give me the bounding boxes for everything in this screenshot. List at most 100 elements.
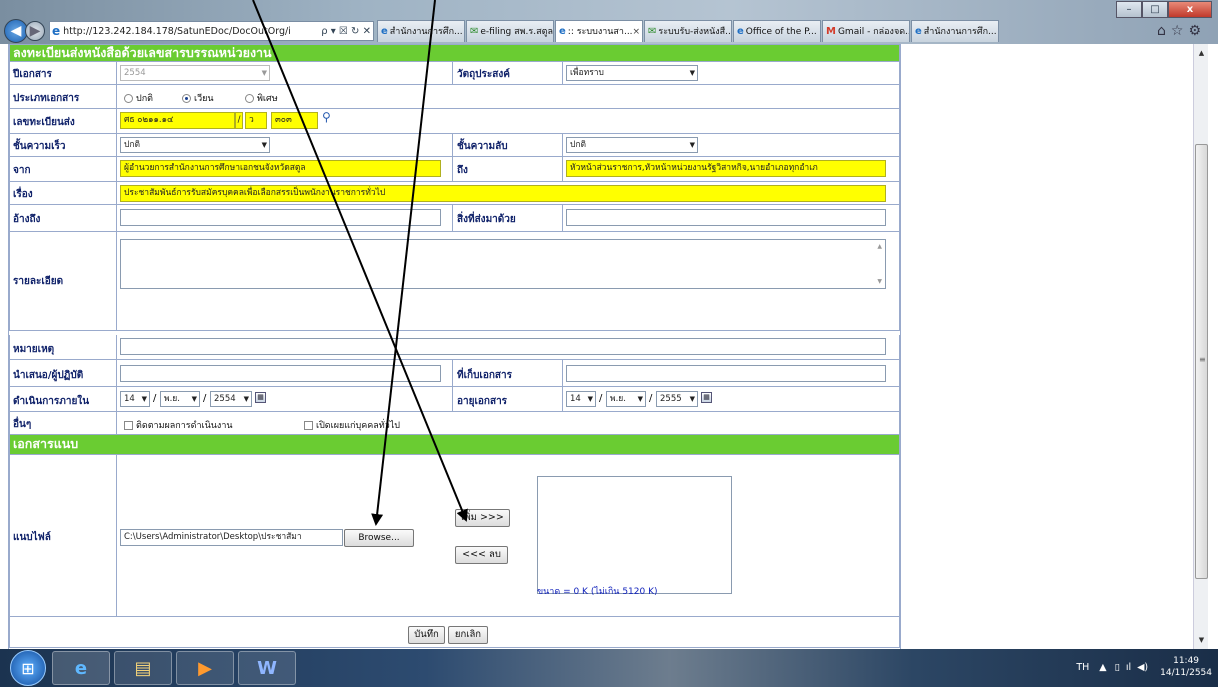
scroll-up-icon[interactable]: ▲ [877,243,882,250]
forward-button[interactable]: ▶ [25,21,45,41]
tab-5[interactable]: e Office of the P... [733,20,821,42]
tab-7[interactable]: e สำนักงานการศึก... [911,20,999,42]
maximize-button[interactable]: □ [1142,1,1168,18]
tab-4[interactable]: ✉ ระบบรับ-ส่งหนังสื... [644,20,732,42]
enclosure-input[interactable] [566,209,886,226]
location-input[interactable] [566,365,886,382]
year-select[interactable]: 2554 [120,65,270,81]
mail-icon: ✉ [648,25,657,37]
secret-label: ชั้นความลับ [457,141,508,152]
expire-day-select[interactable]: 14 [566,391,596,407]
search-icon[interactable]: ⚲ [322,110,331,124]
ie-icon[interactable]: e [52,651,110,685]
word-icon[interactable]: W [238,651,296,685]
to-input[interactable]: หัวหน้าส่วนราชการ,หัวหน้าหน่วยงานรัฐวิสา… [566,160,886,177]
minimize-button[interactable]: – [1116,1,1142,18]
subject-input[interactable]: ประชาสัมพันธ์การรับสมัครบุคคลเพื่อเลือกส… [120,185,886,202]
doctype-circular-radio[interactable]: เวียน [182,91,214,105]
from-label: จาก [13,165,31,176]
media-player-icon[interactable]: ▶ [176,651,234,685]
tray-arrow-icon[interactable]: ▲ [1099,662,1106,673]
row-actions: บันทึก ยกเลิก [9,617,900,648]
row-subject: เรื่อง ประชาสัมพันธ์การรับสมัครบุคคลเพื่… [9,182,900,205]
attached-files-list[interactable] [537,476,732,594]
purpose-select[interactable]: เพื่อทราบ [566,65,698,81]
browse-button[interactable]: Browse... [344,529,414,547]
scroll-down-icon[interactable]: ▼ [1195,633,1208,647]
add-file-button[interactable]: เพิ่ม >>> [455,509,510,527]
due-month-select[interactable]: พ.ย. [160,391,200,407]
expire-month-select[interactable]: พ.ย. [606,391,646,407]
close-window-button[interactable]: x [1168,1,1212,18]
details-label: รายละเอียด [13,276,64,287]
address-tools[interactable]: ρ ▾ ☒ ↻ ✕ [317,25,371,37]
expire-label: อายุเอกสาร [457,396,508,407]
regno-suffix-input[interactable]: ว [245,112,267,129]
regno-label: เลขทะเบียนส่ง [13,117,75,128]
attach-label: แนบไฟล์ [13,532,51,543]
regno-number-input[interactable]: ๓๐๓ [271,112,318,129]
attach-title: เอกสารแนบ [9,435,900,455]
tab-6[interactable]: M Gmail - กล่องจด... [822,20,910,42]
scroll-up-icon[interactable]: ▲ [1195,46,1208,60]
tab-3-active[interactable]: e:: ระบบงานสา... × [555,20,643,42]
row-doctype: ประเภทเอกสาร ปกติ เวียน พิเศษ [9,85,900,109]
row-ref: อ้างถึง สิ่งที่ส่งมาด้วย [9,205,900,232]
save-button[interactable]: บันทึก [408,626,445,644]
public-checkbox[interactable]: เปิดเผยแก่บุคคลทั่วไป [304,418,400,432]
calendar-icon[interactable]: ▦ [701,392,712,403]
scrollbar-thumb[interactable]: ≡ [1195,144,1208,579]
volume-icon[interactable]: ◀) [1137,662,1148,673]
file-path-input[interactable]: C:\Users\Administrator\Desktop\ประชาสัมา [120,529,343,546]
track-checkbox[interactable]: ติดตามผลการดำเนินงาน [124,418,233,432]
address-bar[interactable]: e http://123.242.184.178/SatunEDoc/DocOu… [49,21,374,41]
to-label: ถึง [457,165,468,176]
gmail-icon: M [826,25,836,37]
start-orb[interactable]: ⊞ [10,650,46,686]
cancel-button[interactable]: ยกเลิก [448,626,488,644]
regno-separator: / [235,112,243,129]
home-icon[interactable]: ⌂ [1157,23,1171,39]
regno-prefix-input[interactable]: ศธ ๐๒๑๑.๑๔ [120,112,235,129]
tab-1[interactable]: e สำนักงานการศึก... [377,20,465,42]
tab-close-icon[interactable]: × [633,22,641,42]
page-scrollbar[interactable]: ▲ ≡ ▼ [1193,44,1208,649]
clock[interactable]: 11:49 14/11/2554 [1160,655,1212,679]
doctype-normal-radio[interactable]: ปกติ [124,91,153,105]
ie-icon: e [915,25,922,37]
doctype-label: ประเภทเอกสาร [13,93,80,104]
tools-icon[interactable]: ⚙ [1188,23,1206,39]
row-year: ปีเอกสาร 2554 วัตถุประสงค์ เพื่อทราบ [9,62,900,85]
expire-year-select[interactable]: 2555 [656,391,698,407]
signal-icon[interactable]: ıl [1126,662,1131,673]
other-label: อื่นๆ [13,419,32,430]
speed-select[interactable]: ปกติ [120,137,270,153]
ie-icon: e [381,25,388,37]
secret-select[interactable]: ปกติ [566,137,698,153]
grip-icon: ≡ [1199,355,1206,364]
row-dates: ดำเนินการภายใน 14 / พ.ย. / 2554 ▦ อายุเอ… [9,387,900,412]
details-textarea[interactable]: ▲ ▼ [120,239,886,289]
row-details: รายละเอียด ▲ ▼ [9,232,900,331]
battery-icon[interactable]: ▯ [1115,662,1120,673]
language-indicator[interactable]: TH [1076,662,1089,673]
doctype-special-radio[interactable]: พิเศษ [245,91,278,105]
due-year-select[interactable]: 2554 [210,391,252,407]
windows-taskbar: ⊞ e ▤ ▶ W TH ▲ ▯ ıl ◀) 11:49 14/11/2554 [0,649,1218,687]
scroll-down-icon[interactable]: ▼ [877,278,882,285]
calendar-icon[interactable]: ▦ [255,392,266,403]
remove-file-button[interactable]: <<< ลบ [455,546,508,564]
remark-input[interactable] [120,338,886,355]
due-day-select[interactable]: 14 [120,391,150,407]
explorer-icon[interactable]: ▤ [114,651,172,685]
clock-time: 11:49 [1173,656,1200,666]
clock-date: 14/11/2554 [1160,668,1212,678]
from-input[interactable]: ผู้อำนวยการสำนักงานการศึกษาเอกชนจังหวัดส… [120,160,441,177]
presenter-input[interactable] [120,365,441,382]
favorites-icon[interactable]: ☆ [1171,23,1189,39]
ref-input[interactable] [120,209,441,226]
row-attach: แนบไฟล์ C:\Users\Administrator\Desktop\ป… [9,455,900,617]
row-from-to: จาก ผู้อำนวยการสำนักงานการศึกษาเอกชนจังห… [9,157,900,182]
tab-2[interactable]: ✉ e-filing สพ.ร.สตูล [466,20,554,42]
row-remark: หมายเหตุ [9,335,900,360]
